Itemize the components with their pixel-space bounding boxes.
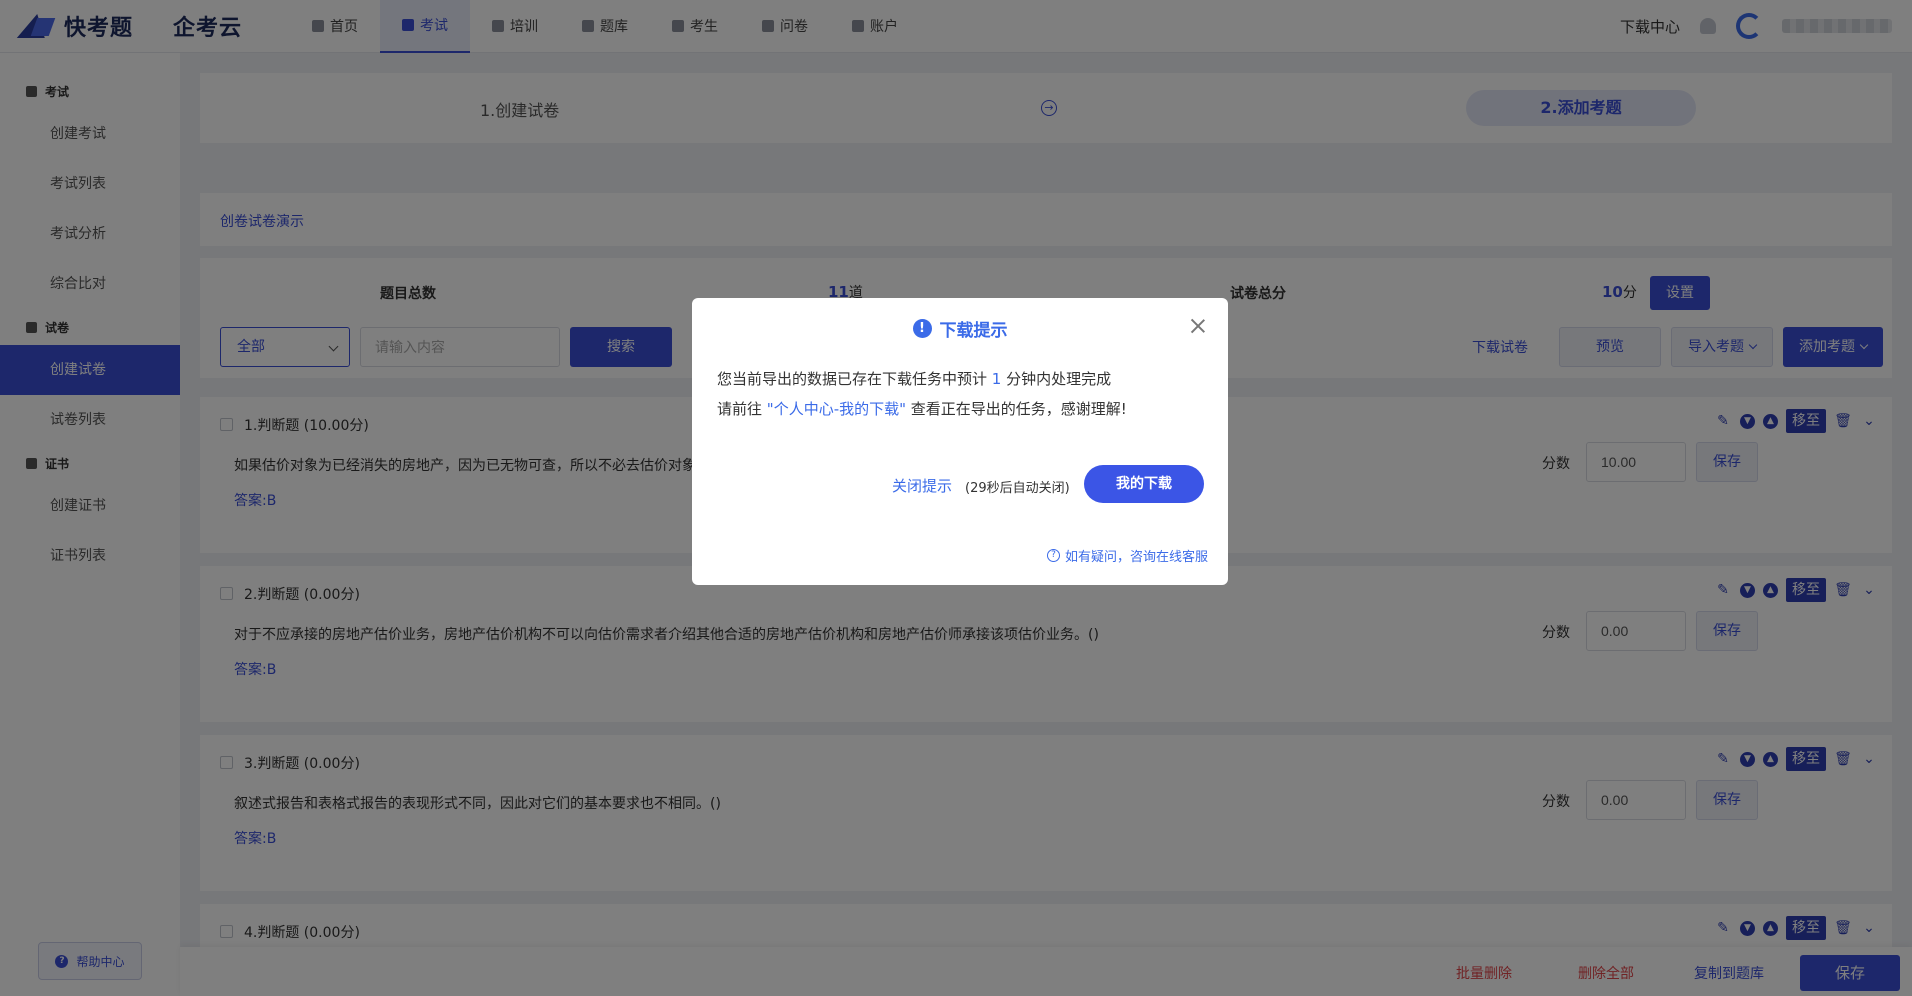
auto-close-countdown: (29秒后自动关闭) <box>965 481 1070 496</box>
message-text: 查看正在导出的任务，感谢理解! <box>910 400 1127 418</box>
online-support-link[interactable]: ? 如有疑问，咨询在线客服 <box>1046 546 1208 565</box>
my-downloads-path: "个人中心-我的下载" <box>766 400 907 418</box>
close-notice-link[interactable]: 关闭提示 <box>892 475 952 496</box>
dialog-title-text: 下载提示 <box>939 321 1008 341</box>
estimated-minutes: 1 <box>991 370 1002 388</box>
dialog-message-line-2: 请前往 "个人中心-我的下载" 查看正在导出的任务，感谢理解! <box>717 398 1127 419</box>
close-icon[interactable] <box>1190 318 1206 334</box>
download-notice-dialog: ! 下载提示 您当前导出的数据已存在下载任务中预计 1 分钟内处理完成 请前往 "… <box>692 298 1228 585</box>
message-text: 请前往 <box>717 400 763 418</box>
dialog-title: ! 下载提示 <box>692 316 1228 341</box>
message-text: 分钟内处理完成 <box>1006 370 1112 388</box>
support-text: 如有疑问，咨询在线客服 <box>1064 550 1208 565</box>
dialog-message-line-1: 您当前导出的数据已存在下载任务中预计 1 分钟内处理完成 <box>717 368 1111 389</box>
message-text: 您当前导出的数据已存在下载任务中预计 <box>717 370 988 388</box>
question-icon: ? <box>1046 549 1060 562</box>
my-downloads-button[interactable]: 我的下载 <box>1084 465 1204 503</box>
exclamation-icon: ! <box>912 319 932 338</box>
